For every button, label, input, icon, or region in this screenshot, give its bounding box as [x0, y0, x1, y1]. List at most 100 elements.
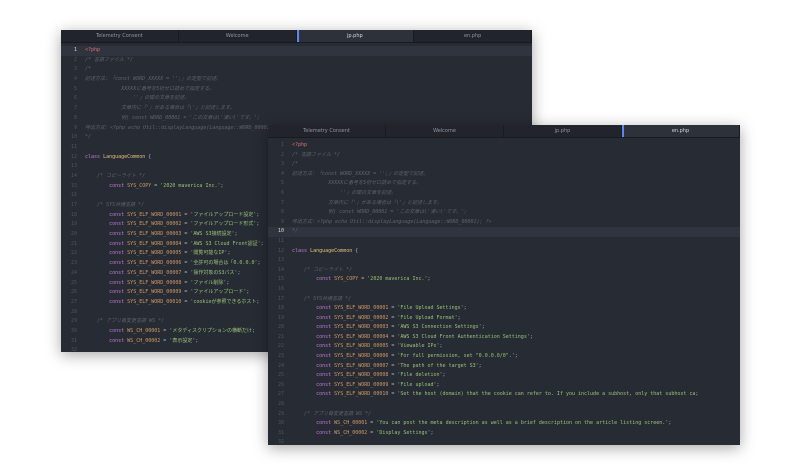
- line-number: 21: [70, 240, 77, 247]
- constant-name: WS_CH_00002: [127, 337, 161, 344]
- code-line[interactable]: 32: [268, 438, 740, 445]
- code-line[interactable]: 12 class LanguageCommon {: [268, 247, 740, 257]
- code-line[interactable]: 4 記述方法：「const WORD_XXXXX = '';」の定型で記述。: [61, 75, 532, 85]
- code-line[interactable]: 14 /* コピーライト */: [268, 266, 740, 276]
- code-line[interactable]: 18 const SYS_ELF_WORD_00001 = 'File Uplo…: [268, 304, 740, 314]
- tab-welcome[interactable]: Welcome: [386, 125, 504, 137]
- string-value: 'The path of the target S3': [397, 362, 479, 369]
- code-comment: 記述方法：「const WORD_XXXXX = '';」の定型で記述。: [292, 170, 429, 177]
- keyword: const: [109, 221, 125, 228]
- code-line[interactable]: 21 const SYS_ELF_WORD_00004 = 'AWS S3 Cl…: [268, 333, 740, 343]
- code-line[interactable]: 7 文章内に「'」がある場合は「\'」と記述します。: [268, 199, 740, 209]
- code-line[interactable]: 5 XXXXXに番号を5桁ゼロ詰めで指定する。: [61, 85, 532, 95]
- code-line[interactable]: 6 ''」の間の文章を記述。: [61, 94, 532, 104]
- string-value: 'メタディスクリプションの横断だけ: [169, 327, 252, 334]
- code-line[interactable]: 20 const SYS_ELF_WORD_00003 = 'AWS S3 Co…: [268, 323, 740, 333]
- code-editor[interactable]: 1 <?php 2 /* 言語ファイル */ 3 /* 4 記述方法：「const WORD_…: [268, 138, 740, 445]
- code-line[interactable]: 17 /* SYS共通言語 */: [268, 295, 740, 305]
- line-number: 31: [70, 337, 77, 344]
- keyword: const: [316, 324, 332, 331]
- line-number: 27: [70, 298, 77, 305]
- code-line[interactable]: 23 const SYS_ELF_WORD_00006 = 'For full …: [268, 352, 740, 362]
- code-line[interactable]: 5 XXXXXに番号を5桁ゼロ詰めで指定する。: [268, 179, 740, 189]
- keyword: const: [109, 240, 125, 247]
- string-value: '表示設定': [169, 337, 196, 344]
- line-number: 7: [280, 199, 284, 206]
- code-line[interactable]: 16: [268, 285, 740, 295]
- punctuation: ;: [252, 327, 256, 334]
- tab-jp-php[interactable]: jp.php: [296, 30, 415, 42]
- code-line[interactable]: 29 /* アプリ毎変更言語 WS */: [268, 410, 740, 420]
- string-value: 'File Upload Format': [397, 314, 458, 321]
- line-number: 4: [280, 170, 284, 177]
- keyword: const: [316, 343, 332, 350]
- code-line[interactable]: 6 ''」の間の文章を記述。: [268, 189, 740, 199]
- constant-name: SYS_COPY: [334, 276, 359, 283]
- tab-en-php[interactable]: en.php: [622, 125, 740, 137]
- code-line[interactable]: 28: [268, 400, 740, 410]
- code-line[interactable]: 27 const SYS_ELF_WORD_00010 = 'Set the h…: [268, 390, 740, 400]
- code-line[interactable]: 9 呼出方式：<?php echo Util::displayLanguage(L…: [268, 218, 740, 228]
- code-line[interactable]: 25 const SYS_ELF_WORD_00008 = 'File dele…: [268, 371, 740, 381]
- code-line[interactable]: 11: [268, 237, 740, 247]
- code-line[interactable]: 4 記述方法：「const WORD_XXXXX = '';」の定型で記述。: [268, 170, 740, 180]
- line-number: 12: [70, 153, 77, 160]
- code-line[interactable]: 3 /*: [61, 65, 532, 75]
- constant-name: SYS_ELF_WORD_00003: [334, 324, 389, 331]
- line-number: 13: [277, 257, 284, 264]
- brace: {: [352, 247, 359, 254]
- punctuation: ;: [463, 305, 467, 312]
- code-line[interactable]: 24 const SYS_ELF_WORD_00007 = 'The path …: [268, 362, 740, 372]
- code-line[interactable]: 8 例) const WORD_00001 = 'この文章は\'凄い\'です。'…: [268, 208, 740, 218]
- tab-telemetry-consent[interactable]: Telemetry Consent: [268, 125, 386, 137]
- code-line[interactable]: 15 const SYS_COPY = '2020 maverica Inc.'…: [268, 275, 740, 285]
- string-value: 'You can post the meta description as we…: [376, 420, 669, 427]
- code-line[interactable]: 1 <?php: [268, 141, 740, 151]
- code-line[interactable]: 31 const WS_CH_00002 = 'Display Settings…: [268, 429, 740, 439]
- keyword: const: [109, 182, 125, 189]
- code-line[interactable]: 22 const SYS_ELF_WORD_00005 = 'Viewable …: [268, 342, 740, 352]
- code-line[interactable]: 2 /* 言語ファイル */: [268, 151, 740, 161]
- code-line[interactable]: 19 const SYS_ELF_WORD_00002 = 'File Uplo…: [268, 314, 740, 324]
- code-comment: 文章内に「'」がある場合は「\'」と記述します。: [121, 105, 235, 112]
- code-comment: /* コピーライト */: [97, 172, 146, 179]
- code-comment: ''」の間の文章を記述。: [340, 189, 397, 196]
- code-line[interactable]: 26 const SYS_ELF_WORD_00009 = 'File uplo…: [268, 381, 740, 391]
- code-line[interactable]: 13: [268, 256, 740, 266]
- line-number: 31: [277, 429, 284, 436]
- code-line[interactable]: 30 const WS_CH_00001 = 'You can post the…: [268, 419, 740, 429]
- line-number: 27: [277, 391, 284, 398]
- line-number: 24: [277, 362, 284, 369]
- line-number: 7: [73, 105, 77, 112]
- keyword: const: [316, 362, 332, 369]
- line-number: 30: [277, 420, 284, 427]
- constant-name: SYS_ELF_WORD_00004: [127, 240, 182, 247]
- code-line[interactable]: 7 文章内に「'」がある場合は「\'」と記述します。: [61, 104, 532, 114]
- punctuation: =: [367, 420, 377, 427]
- tab-en-php[interactable]: en.php: [414, 30, 532, 42]
- code-line[interactable]: 3 /*: [268, 160, 740, 170]
- punctuation: =: [151, 182, 161, 189]
- code-line[interactable]: 1 <?php: [61, 46, 532, 56]
- line-number: 1: [73, 47, 77, 53]
- keyword: const: [316, 429, 332, 436]
- string-value: 'Set the host (domain) that the cookie c…: [397, 391, 696, 398]
- tab-jp-php[interactable]: jp.php: [504, 125, 622, 137]
- line-number: 14: [70, 172, 77, 179]
- php-open-tag: <?php: [292, 142, 308, 148]
- tab-welcome[interactable]: Welcome: [179, 30, 297, 42]
- tab-telemetry-consent[interactable]: Telemetry Consent: [61, 30, 179, 42]
- code-line[interactable]: 8 例) const WORD_00001 = 'この文章は\'凄い\'です。'…: [61, 114, 532, 124]
- code-line[interactable]: 10 */: [268, 227, 740, 237]
- string-value: 'ファイルアップロード': [190, 289, 247, 296]
- code-line[interactable]: 2 /* 言語ファイル */: [61, 56, 532, 66]
- string-value: 'File upload': [397, 381, 437, 388]
